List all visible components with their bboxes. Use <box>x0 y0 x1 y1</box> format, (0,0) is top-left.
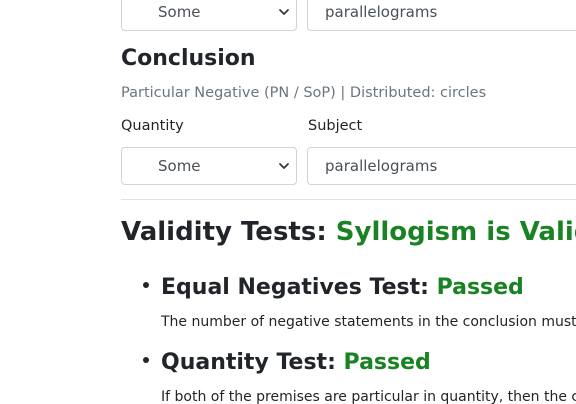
chevron-down-icon <box>279 163 289 169</box>
test-description: The number of negative statements in the… <box>161 314 576 330</box>
test-description: If both of the premises are particular i… <box>161 389 576 404</box>
test-name: Quantity Test: <box>161 350 344 375</box>
chevron-down-icon <box>279 9 289 15</box>
conclusion-subtext: Particular Negative (PN / SoP) | Distrib… <box>121 85 487 101</box>
premise-quantity-value: Some <box>158 3 201 21</box>
bullet <box>143 357 149 363</box>
premise-subject-value: parallelograms <box>325 3 438 21</box>
conclusion-quantity-select[interactable]: Some <box>121 147 297 185</box>
test-item-equal-negatives: Equal Negatives Test: Passed <box>143 275 524 300</box>
conclusion-heading: Conclusion <box>121 46 256 71</box>
validity-heading: Validity Tests: Syllogism is Valid <box>121 217 576 247</box>
test-item-quantity: Quantity Test: Passed <box>143 350 431 375</box>
validity-result: Syllogism is Valid <box>335 217 576 247</box>
quantity-label: Quantity <box>121 118 184 134</box>
premise-subject-input[interactable]: parallelograms <box>307 0 576 31</box>
test-status: Passed <box>436 275 524 300</box>
subject-label: Subject <box>308 118 363 134</box>
conclusion-subject-input[interactable]: parallelograms <box>307 147 576 185</box>
conclusion-quantity-value: Some <box>158 157 201 175</box>
test-name: Equal Negatives Test: <box>161 275 437 300</box>
premise-quantity-select[interactable]: Some <box>121 0 297 31</box>
conclusion-subject-value: parallelograms <box>325 157 438 175</box>
page: Some parallelograms Conclusion Particula… <box>0 0 576 404</box>
section-divider <box>121 199 576 200</box>
bullet <box>143 282 149 288</box>
test-status: Passed <box>343 350 431 375</box>
validity-heading-prefix: Validity Tests: <box>121 217 336 247</box>
